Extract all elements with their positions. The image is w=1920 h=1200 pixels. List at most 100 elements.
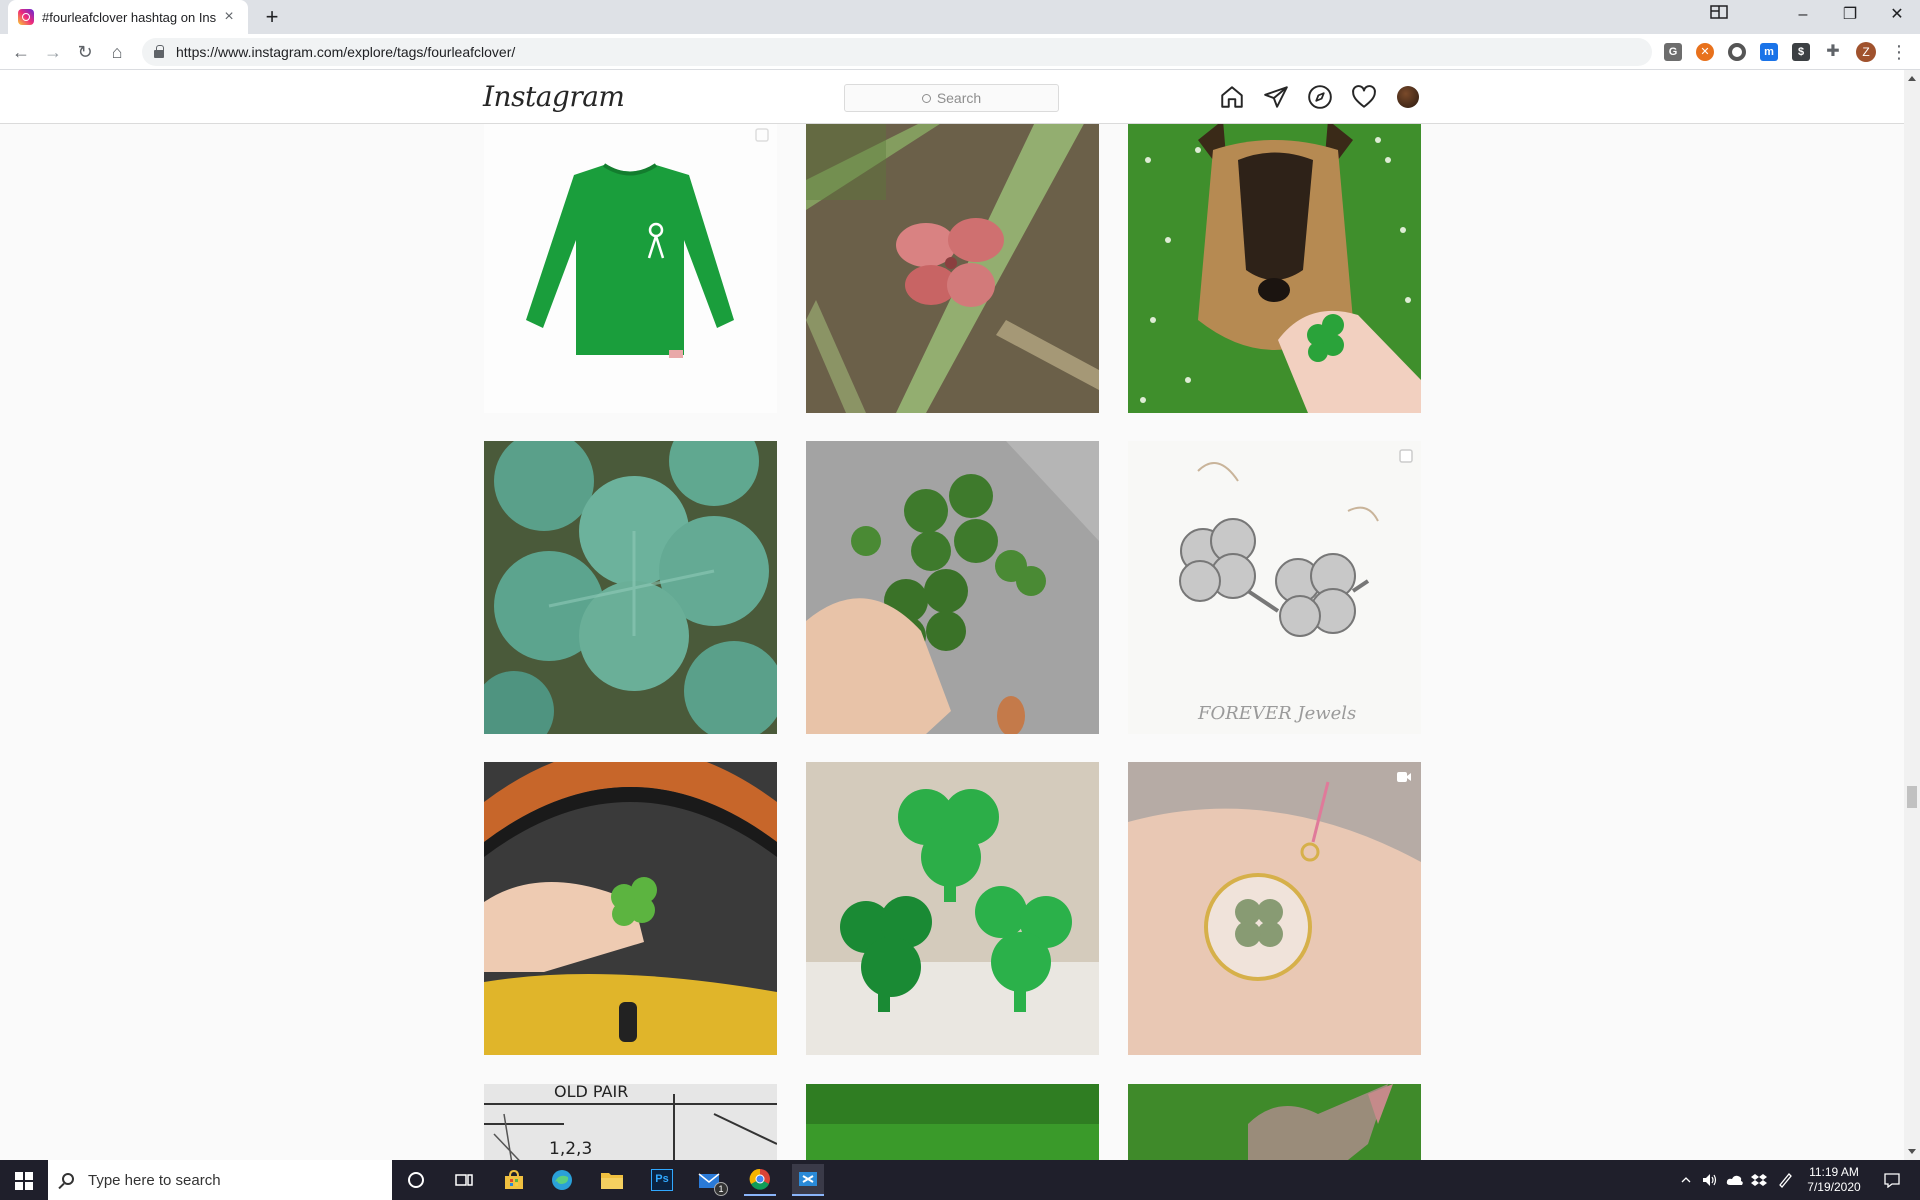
post-sketch[interactable]: OLD PAIR 1,2,3 xyxy=(484,1084,777,1160)
post-grass[interactable] xyxy=(806,1084,1099,1160)
home-button[interactable]: ⌂ xyxy=(104,39,130,65)
cortana-icon[interactable] xyxy=(400,1164,432,1196)
video-camera-icon xyxy=(1397,772,1411,782)
explore-compass-icon[interactable] xyxy=(1307,84,1333,110)
clock[interactable]: 11:19 AM 7/19/2020 xyxy=(1800,1160,1868,1200)
mail-badge: 1 xyxy=(714,1182,728,1196)
tab-strip: #fourleafclover hashtag on Insta... × + … xyxy=(0,0,1920,34)
profile-avatar-icon[interactable] xyxy=(1397,86,1419,108)
browser-toolbar: ← → ↻ ⌂ https://www.instagram.com/explor… xyxy=(0,34,1920,70)
extension-g-icon[interactable]: G xyxy=(1664,43,1682,61)
hand-clover-image xyxy=(806,441,1099,734)
direct-messages-icon[interactable] xyxy=(1263,84,1289,110)
windows-logo-pane xyxy=(25,1172,33,1180)
red-clover-image xyxy=(806,120,1099,413)
search-input[interactable]: Search xyxy=(844,84,1059,112)
green-shirt-image xyxy=(484,120,777,413)
earrings-brand-text: FOREVER Jewels xyxy=(1198,703,1357,724)
file-explorer-icon[interactable] xyxy=(596,1164,628,1196)
windows-logo-pane xyxy=(25,1182,33,1190)
show-hidden-icons-chevron-icon[interactable] xyxy=(1676,1160,1696,1200)
clock-date: 7/19/2020 xyxy=(1807,1180,1861,1194)
photoshop-icon[interactable]: Ps xyxy=(646,1164,678,1196)
tab-instagram[interactable]: #fourleafclover hashtag on Insta... × xyxy=(8,0,248,34)
onedrive-cloud-icon[interactable] xyxy=(1724,1160,1746,1200)
home-icon[interactable] xyxy=(1219,84,1245,110)
reload-button[interactable]: ↻ xyxy=(72,39,98,65)
sketch-sign-text: OLD PAIR xyxy=(554,1084,629,1101)
post-pendant[interactable] xyxy=(1128,762,1421,1055)
close-window-button[interactable]: ✕ xyxy=(1874,0,1920,34)
activity-heart-icon[interactable] xyxy=(1351,84,1377,110)
scrollbar-thumb[interactable] xyxy=(1907,786,1917,808)
scroll-up-arrow-icon[interactable] xyxy=(1908,76,1916,81)
post-shamrock-shapes[interactable] xyxy=(806,762,1099,1055)
forward-button[interactable]: → xyxy=(40,39,66,65)
tab-close-button[interactable]: × xyxy=(220,8,238,26)
extension-orange-icon[interactable]: ✕ xyxy=(1696,43,1714,61)
lock-icon xyxy=(154,45,164,58)
shamrock-shapes-image xyxy=(806,762,1099,1055)
post-car-clover[interactable] xyxy=(484,762,777,1055)
grass-image xyxy=(806,1084,1099,1160)
windows-logo-icon xyxy=(15,1172,23,1180)
clover-leaves-image xyxy=(484,441,777,734)
post-dog-clover[interactable] xyxy=(1128,120,1421,413)
instagram-favicon-icon xyxy=(18,9,34,25)
edge-browser-icon[interactable] xyxy=(546,1164,578,1196)
post-cat-grass[interactable] xyxy=(1128,1084,1421,1160)
post-hand-clover[interactable] xyxy=(806,441,1099,734)
post-red-clover[interactable] xyxy=(806,120,1099,413)
cat-grass-image xyxy=(1128,1084,1421,1160)
pendant-image xyxy=(1128,762,1421,1055)
page-scrollbar[interactable] xyxy=(1904,70,1920,1160)
maximize-button[interactable]: ❐ xyxy=(1827,0,1873,34)
address-bar[interactable]: https://www.instagram.com/explore/tags/f… xyxy=(142,38,1652,66)
post-earrings[interactable]: FOREVER Jewels xyxy=(1128,441,1421,734)
browser-menu-button[interactable]: ⋮ xyxy=(1886,39,1912,65)
sketch-number-text: 1,2,3 xyxy=(549,1139,593,1159)
instagram-header: Instagram Search xyxy=(0,70,1904,124)
earrings-image xyxy=(1128,441,1421,734)
post-clover-leaves[interactable] xyxy=(484,441,777,734)
start-button[interactable] xyxy=(0,1160,48,1200)
sketch-image xyxy=(484,1084,777,1160)
dropbox-icon[interactable] xyxy=(1748,1160,1770,1200)
page-viewport: Instagram Search FOREVER Jewels OLD PAIR… xyxy=(0,70,1904,1160)
chrome-icon[interactable] xyxy=(744,1164,776,1196)
new-tab-button[interactable]: + xyxy=(258,4,286,30)
taskbar-search-placeholder: Type here to search xyxy=(88,1171,221,1189)
extensions-puzzle-icon[interactable]: ✚ xyxy=(1824,43,1842,61)
notifications-icon[interactable] xyxy=(1872,1160,1912,1200)
tab-search-icon[interactable] xyxy=(1696,0,1742,34)
carousel-icon xyxy=(755,128,769,142)
profile-avatar[interactable]: Z xyxy=(1856,42,1876,62)
mail-icon[interactable]: 1 xyxy=(694,1164,728,1196)
extension-circle-icon[interactable] xyxy=(1728,43,1746,61)
dog-clover-image xyxy=(1128,120,1421,413)
back-button[interactable]: ← xyxy=(8,39,34,65)
microsoft-store-icon[interactable] xyxy=(498,1164,530,1196)
extension-dark-icon[interactable]: $ xyxy=(1792,43,1810,61)
search-icon xyxy=(62,1173,74,1185)
windows-logo-pane xyxy=(15,1182,23,1190)
url-text: https://www.instagram.com/explore/tags/f… xyxy=(176,44,516,60)
task-view-icon[interactable] xyxy=(448,1164,480,1196)
car-clover-image xyxy=(484,762,777,1055)
extension-blue-icon[interactable]: m xyxy=(1760,43,1778,61)
snipping-tool-icon[interactable] xyxy=(792,1164,824,1196)
windows-taskbar: Type here to search Ps 1 11:19 AM 7/19/2… xyxy=(0,1160,1920,1200)
taskbar-search-box[interactable]: Type here to search xyxy=(48,1160,392,1200)
instagram-logo[interactable]: Instagram xyxy=(483,80,625,113)
carousel-icon xyxy=(1399,449,1413,463)
post-green-shirt[interactable] xyxy=(484,120,777,413)
photoshop-label: Ps xyxy=(651,1169,673,1191)
scroll-down-arrow-icon[interactable] xyxy=(1908,1149,1916,1154)
search-placeholder: Search xyxy=(936,90,982,106)
search-icon xyxy=(921,94,931,103)
clock-time: 11:19 AM xyxy=(1809,1165,1859,1179)
tab-title: #fourleafclover hashtag on Insta... xyxy=(42,9,216,25)
minimize-button[interactable]: – xyxy=(1780,0,1826,34)
volume-icon[interactable] xyxy=(1700,1160,1720,1200)
pen-ink-icon[interactable] xyxy=(1774,1160,1796,1200)
